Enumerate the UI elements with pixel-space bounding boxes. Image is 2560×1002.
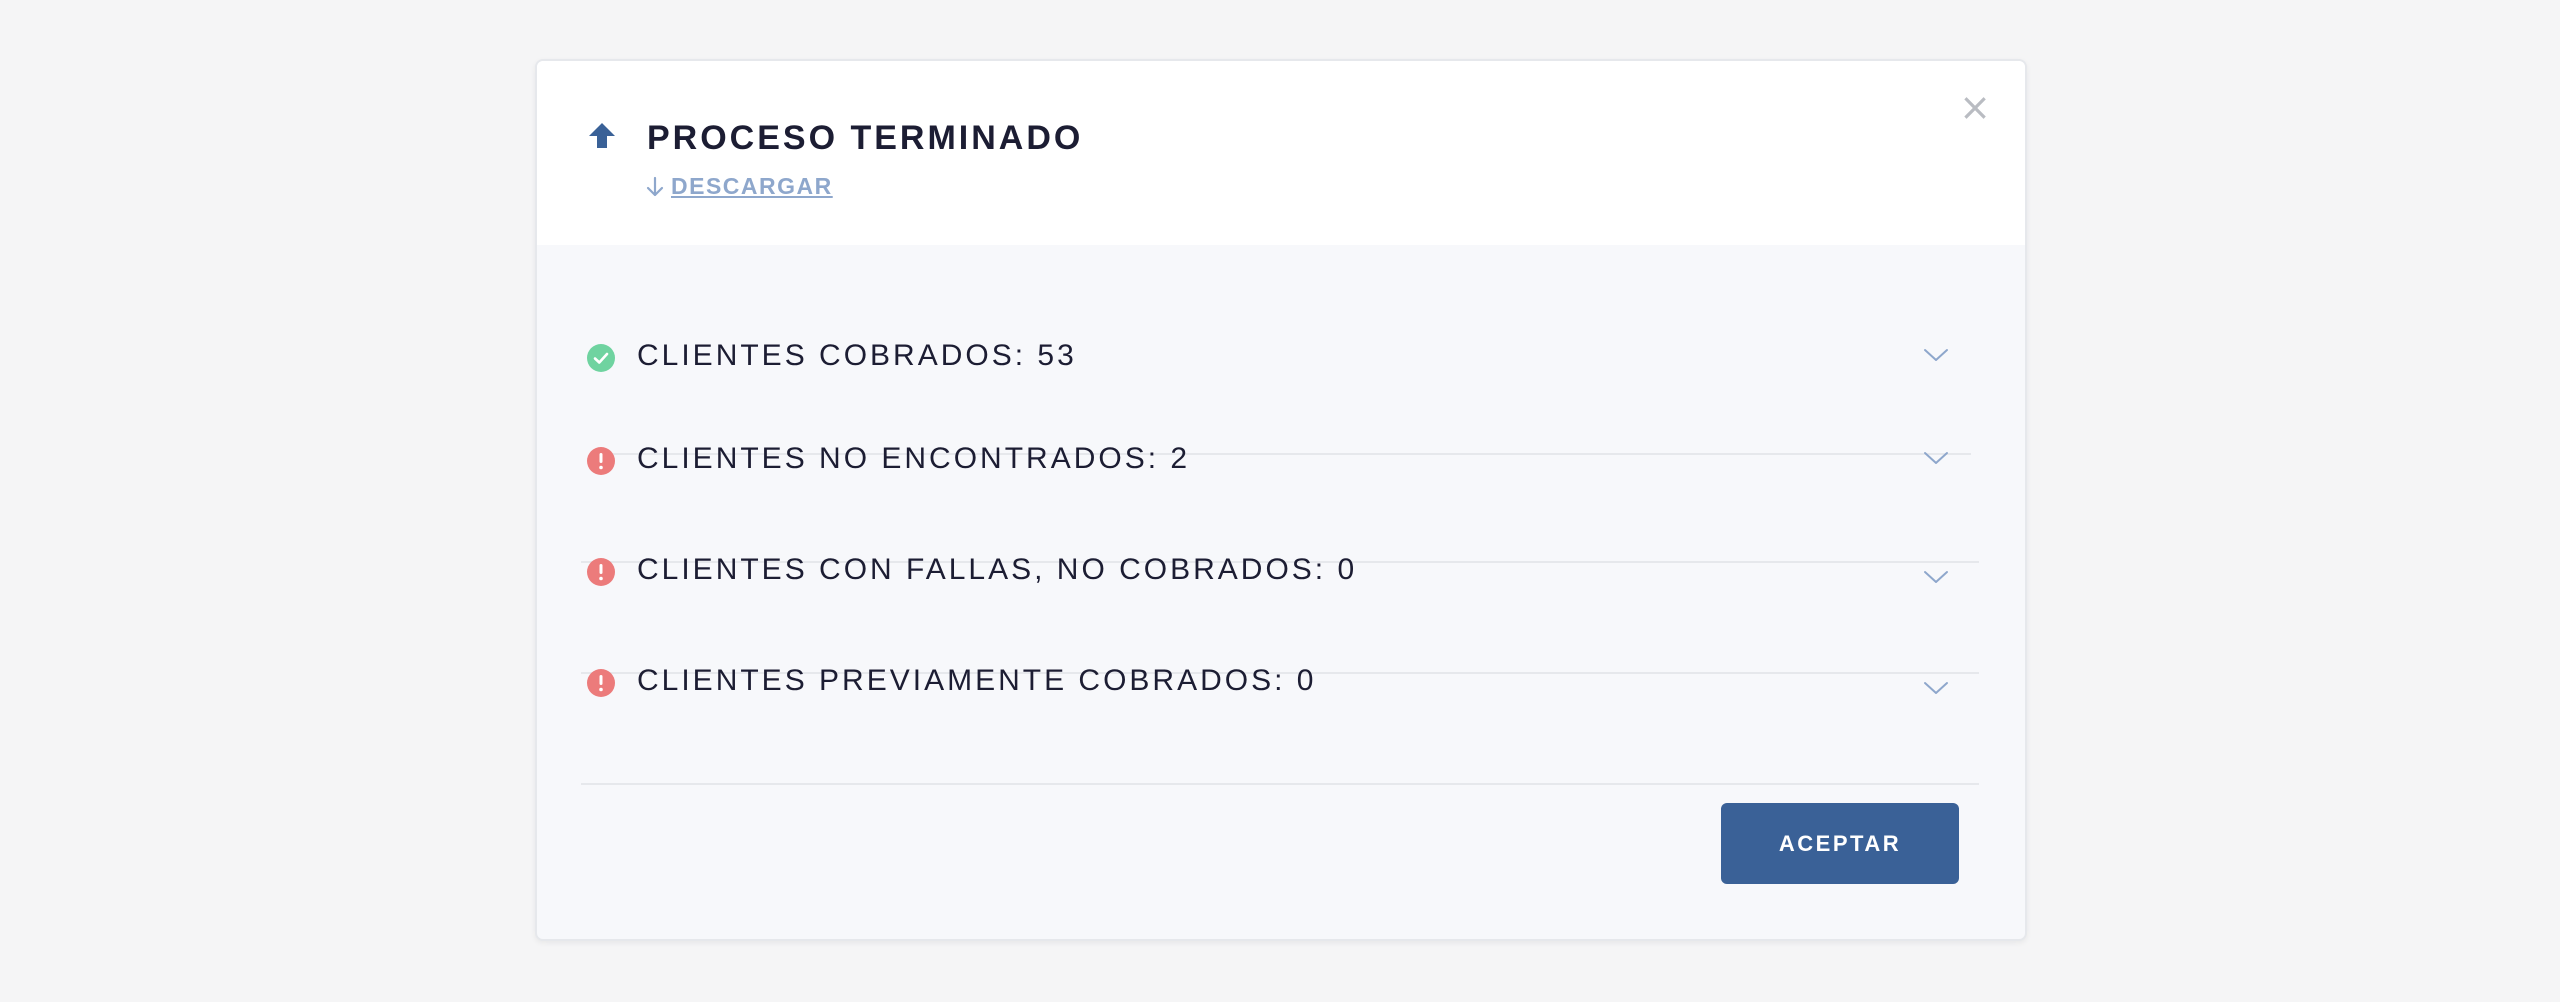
accept-button[interactable]: ACEPTAR [1721, 803, 1959, 884]
row-label: CLIENTES COBRADOS: 53 [637, 339, 1077, 372]
check-circle-icon [587, 344, 615, 372]
alert-circle-icon [587, 669, 615, 697]
row-label: CLIENTES NO ENCONTRADOS: 2 [637, 442, 1191, 475]
upload-arrow-icon [589, 123, 615, 148]
accordion-row-no-encontrados[interactable]: CLIENTES NO ENCONTRADOS: 2 [581, 442, 1979, 556]
chevron-down-icon[interactable] [1923, 450, 1949, 466]
chevron-down-icon[interactable] [1923, 680, 1949, 696]
close-icon[interactable]: × [1955, 87, 1995, 127]
divider [581, 783, 1979, 785]
alert-circle-icon [587, 447, 615, 475]
accordion-row-cobrados[interactable]: CLIENTES COBRADOS: 53 [581, 339, 1979, 453]
process-complete-modal: × PROCESO TERMINADO DESCARGAR CLIENTES C… [535, 59, 2027, 941]
row-label: CLIENTES PREVIAMENTE COBRADOS: 0 [637, 664, 1317, 697]
download-arrow-icon [646, 176, 664, 196]
download-link[interactable]: DESCARGAR [645, 173, 833, 200]
row-label: CLIENTES CON FALLAS, NO COBRADOS: 0 [637, 553, 1358, 586]
alert-circle-icon [587, 558, 615, 586]
chevron-down-icon[interactable] [1923, 569, 1949, 585]
modal-header: × PROCESO TERMINADO DESCARGAR [537, 61, 2025, 245]
accordion-row-previamente-cobrados[interactable]: CLIENTES PREVIAMENTE COBRADOS: 0 [581, 664, 1979, 778]
download-label: DESCARGAR [671, 173, 833, 199]
chevron-down-icon[interactable] [1923, 347, 1949, 363]
modal-title: PROCESO TERMINADO [647, 119, 1084, 157]
accordion-row-con-fallas[interactable]: CLIENTES CON FALLAS, NO COBRADOS: 0 [581, 553, 1979, 667]
